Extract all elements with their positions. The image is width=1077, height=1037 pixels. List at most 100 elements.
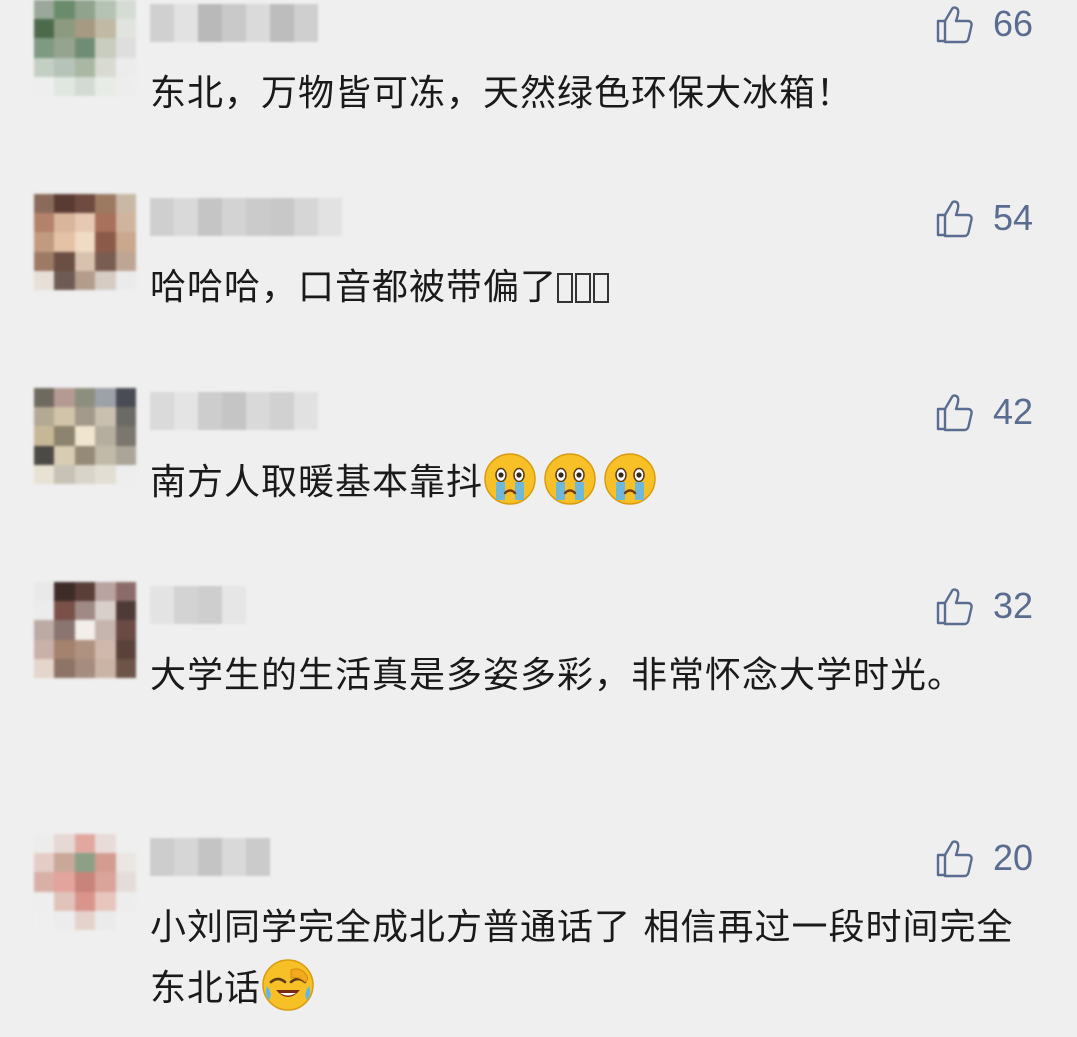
avatar-mosaic-cell [54,620,75,640]
crying-face-emoji-icon [484,453,536,505]
comment-body: 哈哈哈，口音都被带偏了 [150,267,558,308]
avatar-mosaic-cell [115,251,136,271]
thumbs-up-icon [936,200,973,238]
avatar[interactable] [34,388,136,484]
comment-body: 南方人取暖基本靠抖 [150,462,484,503]
avatar-mosaic-cell [115,426,136,446]
nickname-blurred[interactable] [150,198,342,236]
avatar-mosaic-cell [115,891,136,911]
avatar-mosaic-cell [115,213,136,233]
avatar-mosaic-cell [34,38,55,58]
avatar-mosaic-cell [54,853,75,873]
like-button[interactable]: 32 [935,586,1033,626]
comment-text: 南方人取暖基本靠抖 [150,452,1030,513]
nickname-mosaic-cell [198,198,222,236]
avatar-mosaic-cell [95,582,116,602]
avatar-mosaic-cell [74,582,96,602]
avatar-mosaic-cell [54,407,75,427]
avatar-mosaic-cell [115,38,136,58]
nickname-mosaic-cell [294,4,318,42]
avatar-mosaic-cell [54,891,75,911]
avatar-mosaic-cell [95,194,116,214]
avatar-mosaic-cell [74,834,96,854]
avatar-mosaic-cell [34,57,55,77]
avatar-mosaic-cell [115,582,136,602]
avatar-mosaic-cell [54,910,75,930]
avatar-mosaic-cell [34,582,55,602]
avatar-mosaic-cell [95,232,116,252]
nickname-mosaic-cell [174,586,198,624]
missing-glyph-icon [557,273,574,303]
avatar-mosaic-cell [115,445,136,465]
nickname-mosaic-cell [198,392,222,430]
avatar-mosaic-cell [34,232,55,252]
like-button[interactable]: 42 [935,392,1033,432]
missing-glyph-icon [575,273,592,303]
avatar[interactable] [34,834,136,930]
avatar-mosaic-cell [95,834,116,854]
avatar-mosaic-cell [54,0,75,20]
avatar-mosaic-cell [74,38,96,58]
like-button[interactable]: 20 [935,838,1033,878]
avatar-mosaic-cell [95,213,116,233]
like-count: 42 [992,391,1033,432]
avatar-mosaic-cell [74,658,96,678]
avatar-mosaic-cell [54,251,75,271]
avatar-mosaic-cell [74,601,96,621]
avatar-mosaic-cell [34,388,55,408]
avatar-mosaic-cell [74,194,96,214]
avatar-mosaic-cell [54,19,75,39]
nickname-mosaic-cell [270,392,294,430]
avatar-mosaic-cell [54,194,75,214]
nickname-blurred[interactable] [150,4,318,42]
avatar-mosaic-cell [34,853,55,873]
avatar-mosaic-cell [74,270,96,290]
avatar-mosaic-cell [95,76,116,96]
avatar-mosaic-cell [115,639,136,659]
avatar-mosaic-cell [95,620,116,640]
like-count: 20 [992,837,1033,878]
avatar-mosaic-cell [115,232,136,252]
nickname-mosaic-cell [270,198,294,236]
like-count: 54 [992,197,1033,238]
missing-glyph-icon [593,273,610,303]
avatar-mosaic-cell [54,464,75,484]
nickname-mosaic-cell [222,198,246,236]
comment-text: 哈哈哈，口音都被带偏了 [150,258,1030,318]
avatar-mosaic-cell [34,251,55,271]
avatar-mosaic-cell [115,194,136,214]
avatar-mosaic-cell [54,57,75,77]
nickname-mosaic-cell [246,392,270,430]
avatar-mosaic-cell [74,620,96,640]
avatar-mosaic-cell [74,407,96,427]
avatar-mosaic-cell [54,872,75,892]
avatar-mosaic-cell [115,76,136,96]
avatar-mosaic-cell [54,76,75,96]
avatar[interactable] [34,0,136,96]
nickname-blurred[interactable] [150,392,318,430]
avatar-mosaic-cell [74,388,96,408]
avatar-mosaic-cell [95,38,116,58]
nickname-blurred[interactable] [150,838,270,876]
avatar-mosaic-cell [54,601,75,621]
nickname-blurred[interactable] [150,586,246,624]
nickname-mosaic-cell [198,4,222,42]
avatar-mosaic-cell [34,426,55,446]
avatar-mosaic-cell [74,445,96,465]
avatar-mosaic-cell [74,872,96,892]
nickname-mosaic-cell [150,586,174,624]
avatar[interactable] [34,194,136,290]
avatar-mosaic-cell [74,910,96,930]
like-button[interactable]: 54 [935,198,1033,238]
avatar-mosaic-cell [95,426,116,446]
avatar-mosaic-cell [74,853,96,873]
like-button[interactable]: 66 [935,4,1033,44]
avatar-mosaic-cell [34,445,55,465]
avatar-mosaic-cell [34,910,55,930]
avatar-mosaic-cell [115,658,136,678]
avatar[interactable] [34,582,136,678]
thumbs-up-icon [936,394,973,432]
avatar-mosaic-cell [115,57,136,77]
avatar-mosaic-cell [115,872,136,892]
avatar-mosaic-cell [74,232,96,252]
